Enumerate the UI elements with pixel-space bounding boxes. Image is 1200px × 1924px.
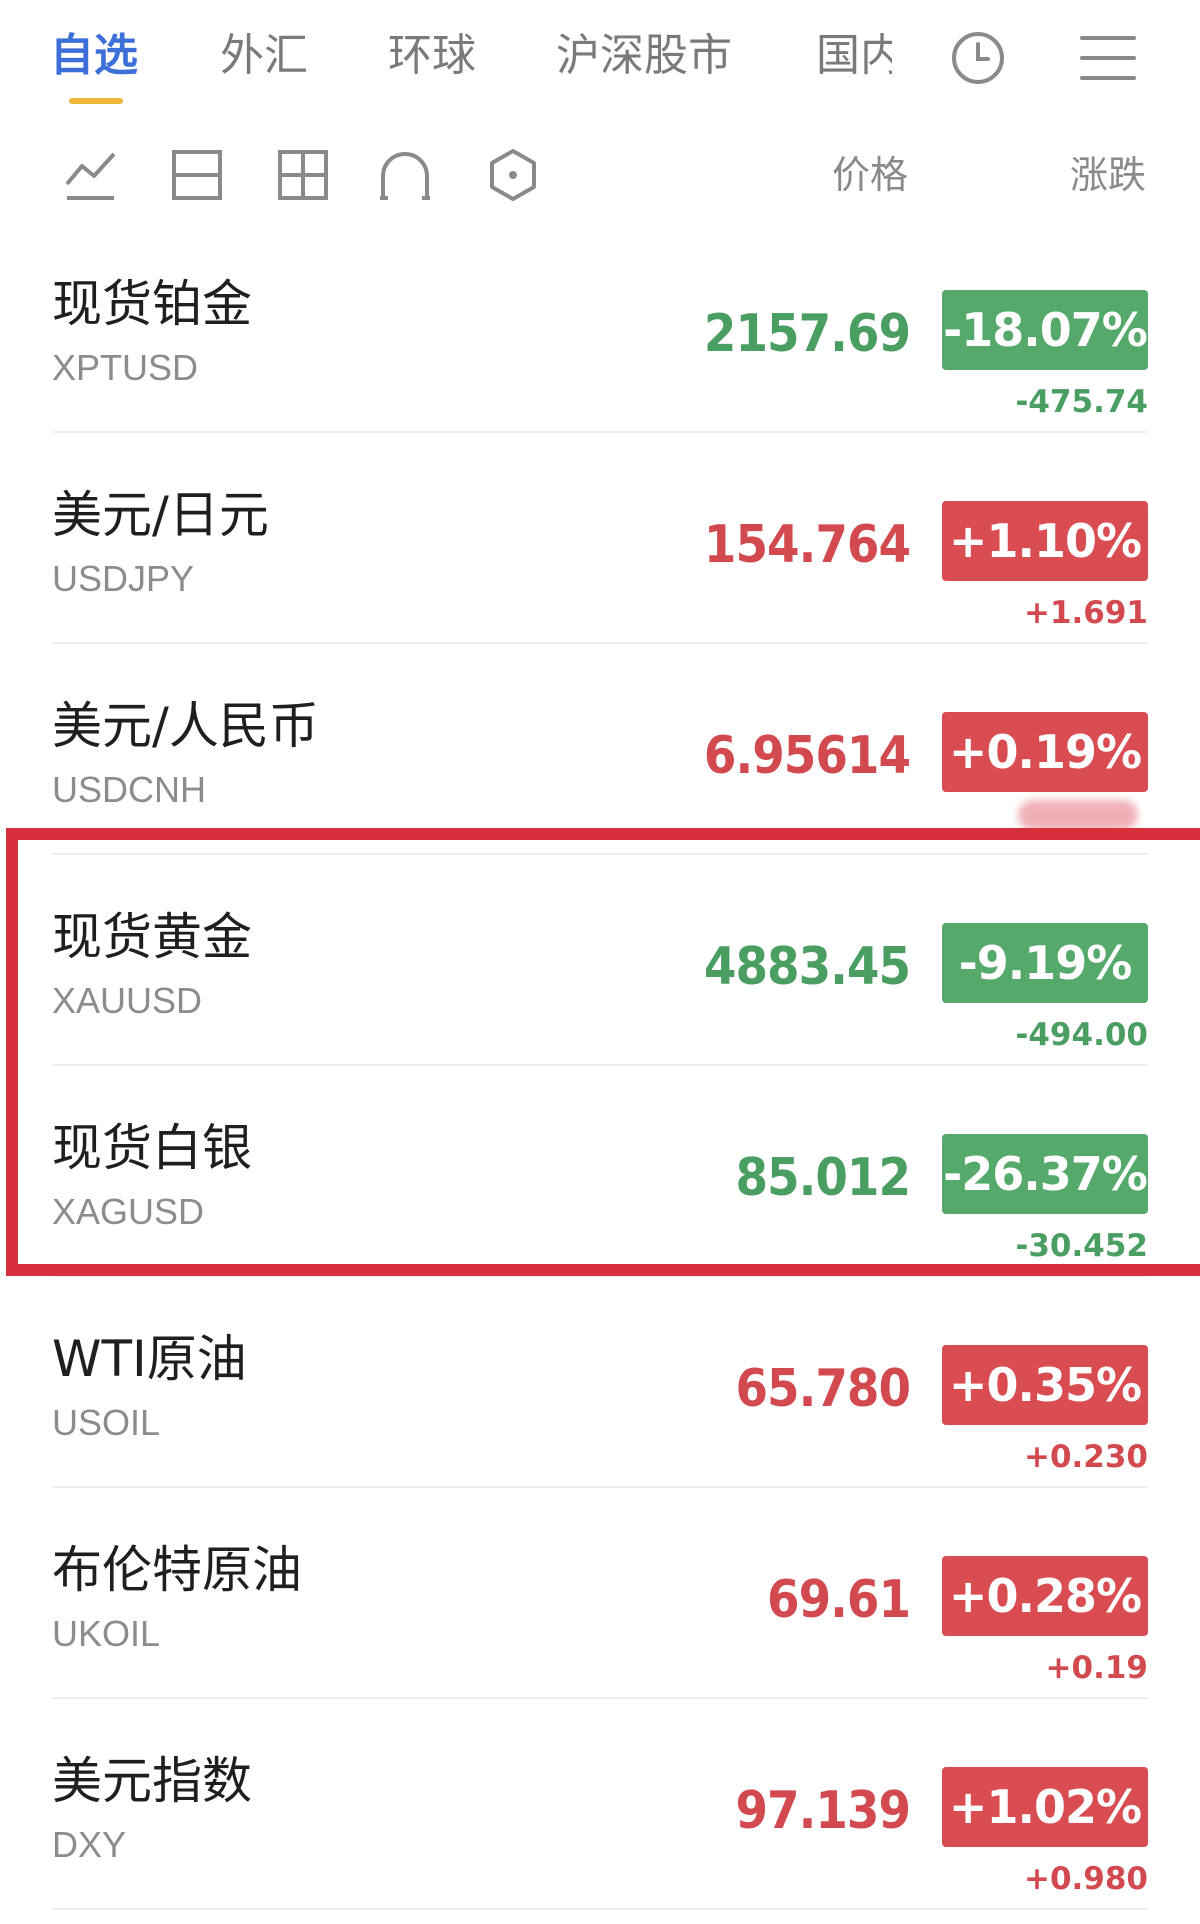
tab-domestic-clip: 国内: [816, 26, 892, 86]
instrument-code: XAUUSD: [52, 980, 203, 1021]
instrument-name: 美元/日元: [52, 486, 269, 544]
instrument-name: 美元/人民币: [52, 697, 319, 755]
quote-row-xptusd[interactable]: 现货铂金 XPTUSD 2157.69 -18.07% -475.74: [52, 222, 1148, 433]
change-percent-badge[interactable]: +1.02%: [942, 1767, 1148, 1847]
price-value: 6.95614: [703, 726, 911, 786]
tab-china-stocks[interactable]: 沪深股市: [556, 26, 732, 86]
ink-smudge: [1018, 800, 1138, 830]
instrument-code: DXY: [52, 1824, 127, 1865]
instrument-name: 现货铂金: [52, 275, 252, 333]
change-value: +0.980: [1023, 1861, 1148, 1897]
change-percent-badge[interactable]: +0.35%: [942, 1345, 1148, 1425]
change-percent-badge[interactable]: -26.37%: [942, 1134, 1148, 1214]
quote-row-ukoil[interactable]: 布伦特原油 UKOIL 69.61 +0.28% +0.19: [52, 1488, 1148, 1699]
instrument-code: UKOIL: [52, 1613, 161, 1654]
instrument-code: XAGUSD: [52, 1191, 205, 1232]
instrument-name: 美元指数: [52, 1752, 252, 1810]
price-value: 154.764: [703, 515, 911, 575]
tab-global[interactable]: 环球: [388, 26, 476, 86]
grid-layout-icon[interactable]: [276, 148, 330, 202]
top-tab-bar: 自选 外汇 环球 沪深股市 国内: [0, 0, 1200, 112]
two-row-layout-icon[interactable]: [170, 148, 224, 202]
instrument-name: 现货白银: [52, 1119, 252, 1177]
change-value: -475.74: [1015, 384, 1149, 420]
price-value: 2157.69: [703, 304, 911, 364]
instrument-code: USDJPY: [52, 558, 195, 599]
instrument-name: 现货黄金: [52, 908, 252, 966]
menu-icon[interactable]: [1080, 30, 1136, 86]
change-percent-badge[interactable]: +0.28%: [942, 1556, 1148, 1636]
quote-row-xagusd[interactable]: 现货白银 XAGUSD 85.012 -26.37% -30.452: [52, 1066, 1148, 1277]
quote-row-usdjpy[interactable]: 美元/日元 USDJPY 154.764 +1.10% +1.691: [52, 433, 1148, 644]
change-value: +0.230: [1023, 1439, 1148, 1475]
instrument-code: USDCNH: [52, 769, 207, 810]
price-value: 4883.45: [703, 937, 911, 997]
quote-list: 现货铂金 XPTUSD 2157.69 -18.07% -475.74 美元/日…: [0, 222, 1200, 1910]
quote-row-xauusd[interactable]: 现货黄金 XAUUSD 4883.45 -9.19% -494.00: [52, 855, 1148, 1066]
change-percent-badge[interactable]: -18.07%: [942, 290, 1148, 370]
arch-layout-icon[interactable]: [378, 148, 432, 202]
change-value: -494.00: [1015, 1017, 1149, 1053]
instrument-code: XPTUSD: [52, 347, 199, 388]
price-value: 65.780: [735, 1359, 911, 1419]
tab-watchlist[interactable]: 自选: [50, 26, 138, 86]
instrument-name: 布伦特原油: [52, 1541, 302, 1599]
tab-forex[interactable]: 外汇: [220, 26, 308, 86]
change-column-header[interactable]: 涨跌: [1070, 150, 1146, 200]
quote-row-usoil[interactable]: WTI原油 USOIL 65.780 +0.35% +0.230: [52, 1277, 1148, 1488]
change-value: +0.19: [1045, 1650, 1148, 1686]
price-value: 85.012: [735, 1148, 911, 1208]
change-percent-badge[interactable]: +1.10%: [942, 501, 1148, 581]
line-chart-icon[interactable]: [64, 148, 118, 202]
change-percent-badge[interactable]: -9.19%: [942, 923, 1148, 1003]
price-value: 69.61: [767, 1570, 911, 1630]
quote-row-usdcnh[interactable]: 美元/人民币 USDCNH 6.95614 +0.19%: [52, 644, 1148, 855]
quote-row-dxy[interactable]: 美元指数 DXY 97.139 +1.02% +0.980: [52, 1699, 1148, 1910]
price-column-header[interactable]: 价格: [832, 150, 908, 200]
instrument-code: USOIL: [52, 1402, 161, 1443]
price-value: 97.139: [735, 1781, 911, 1841]
change-value: +1.691: [1023, 595, 1148, 631]
clock-icon[interactable]: [950, 30, 1006, 86]
change-percent-badge[interactable]: +0.19%: [942, 712, 1148, 792]
tab-domestic[interactable]: 国内: [816, 26, 892, 86]
instrument-name: WTI原油: [52, 1330, 247, 1388]
change-value: -30.452: [1015, 1228, 1149, 1264]
active-tab-indicator: [69, 98, 123, 104]
hexagon-icon[interactable]: [486, 148, 540, 202]
view-toolbar: 价格 涨跌: [0, 140, 1200, 210]
